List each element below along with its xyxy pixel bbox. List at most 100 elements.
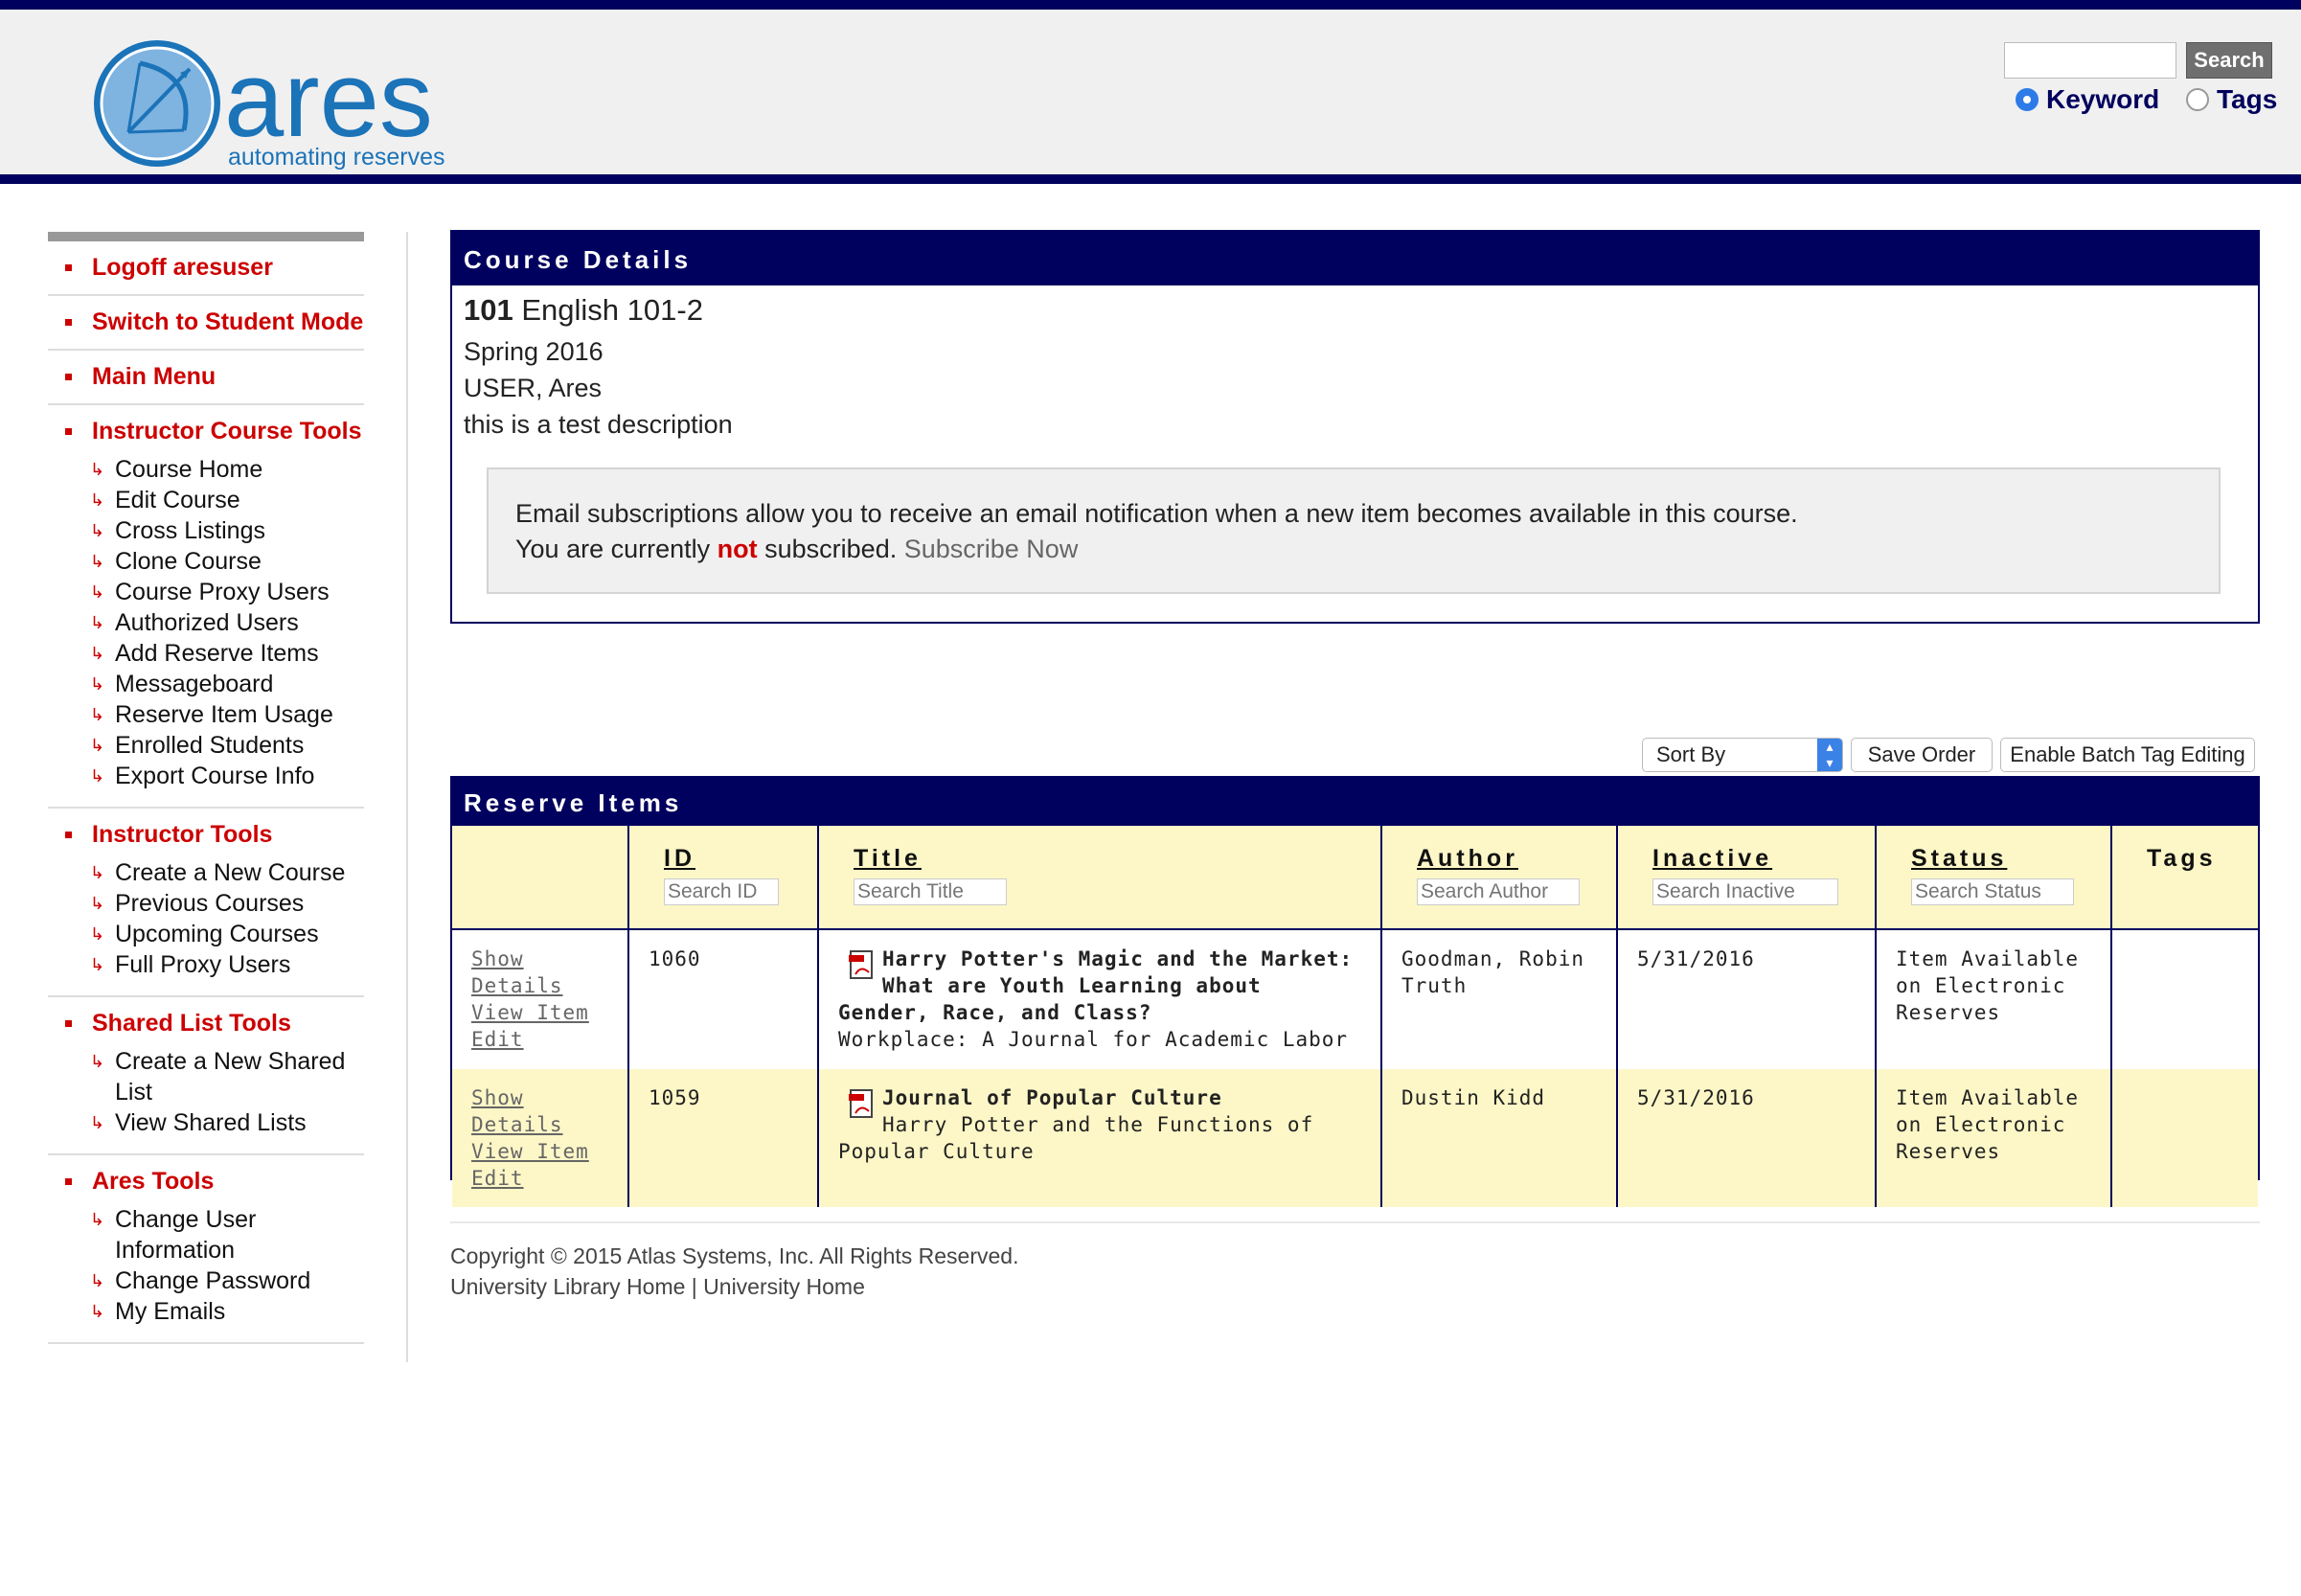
course-semester: Spring 2016 [464,337,604,366]
sidebar-item-upcoming-courses[interactable]: ↳ Upcoming Courses [48,919,364,949]
sidebar-divider [406,232,408,1362]
sidebar-item-edit-course[interactable]: ↳ Edit Course [48,485,364,515]
show-details-link[interactable]: Show Details [471,1084,608,1138]
sort-by-select[interactable]: Sort By ▴ ▾ [1642,738,1843,772]
sidebar-item-course-home[interactable]: ↳ Course Home [48,454,364,485]
sidebar-item-change-password[interactable]: ↳ Change Password [48,1265,364,1296]
edit-link[interactable]: Edit [471,1165,608,1192]
search-input[interactable] [2004,42,2176,79]
course-description: this is a test description [464,410,733,439]
shared-list-tools-heading[interactable]: Shared List Tools [48,1009,364,1038]
view-item-link[interactable]: View Item [471,1138,608,1165]
sidebar-item-cross-listings[interactable]: ↳ Cross Listings [48,515,364,546]
row-tags [2110,929,2258,1069]
university-home-link[interactable]: University Home [703,1274,865,1299]
instructor-course-tools-heading[interactable]: Instructor Course Tools [48,417,364,446]
radio-unselected-icon[interactable] [2186,88,2209,111]
row-id: 1060 [627,929,818,1069]
col-title: Title [817,826,1381,929]
radio-selected-icon[interactable] [2016,88,2039,111]
sidebar-item-full-proxy-users[interactable]: ↳ Full Proxy Users [48,949,364,980]
sidebar-item-messageboard[interactable]: ↳ Messageboard [48,669,364,699]
item-subtitle: Workplace: A Journal for Academic Labor [838,1028,1349,1051]
arrow-icon: ↳ [90,863,105,882]
not-label: not [717,535,758,563]
sidebar-item-reserve-item-usage[interactable]: ↳ Reserve Item Usage [48,699,364,730]
search-title-input[interactable] [854,878,1007,905]
main-menu-link[interactable]: Main Menu [48,362,364,392]
university-library-home-link[interactable]: University Library Home [450,1274,685,1299]
reserve-items-panel: Reserve Items ID Title Author [450,776,2260,1207]
arrow-icon: ↳ [90,1113,105,1132]
row-status: Item Available on Electronic Reserves [1875,929,2111,1069]
col-status: Status [1875,826,2111,929]
sort-by-label: Sort By [1656,742,1726,766]
sidebar-item-export-course-info[interactable]: ↳ Export Course Info [48,761,364,791]
search-inactive-input[interactable] [1652,878,1838,905]
switch-student-mode-link[interactable]: Switch to Student Mode [48,308,364,337]
ares-logo[interactable]: ares automating reserves [90,36,473,175]
logoff-link[interactable]: Logoff aresuser [48,253,364,283]
sidebar-item-clone-course[interactable]: ↳ Clone Course [48,546,364,577]
table-row: Show Details View Item Edit 1059 Journal… [452,1069,2258,1207]
item-title: Harry Potter's Magic and the Market: Wha… [838,947,1354,1024]
show-details-link[interactable]: Show Details [471,946,608,999]
sidebar-item-my-emails[interactable]: ↳ My Emails [48,1296,364,1327]
sidebar-item-change-user-info[interactable]: ↳ Change User Information [48,1204,364,1265]
sort-inactive-link[interactable]: Inactive [1652,845,1772,872]
arrow-icon: ↳ [90,1052,105,1071]
arrow-icon: ↳ [90,736,105,755]
col-author: Author [1380,826,1617,929]
pdf-icon [848,1086,877,1126]
radio-tags[interactable]: Tags [2186,84,2277,115]
radio-keyword-label: Keyword [2046,84,2160,114]
arrow-icon: ↳ [90,460,105,479]
course-heading: 101 English 101-2 [464,293,703,328]
search-status-input[interactable] [1911,878,2074,905]
sort-title-link[interactable]: Title [854,845,922,872]
ares-tools-section: Ares Tools ↳ Change User Information ↳ Cha… [48,1155,364,1344]
site-header: ares automating reserves Search Keyword … [0,0,2301,184]
search-id-input[interactable] [664,878,779,905]
view-item-link[interactable]: View Item [471,999,608,1026]
sidebar-item-authorized-users[interactable]: ↳ Authorized Users [48,607,364,638]
arrow-icon: ↳ [90,705,105,724]
sidebar-item-add-reserve-items[interactable]: ↳ Add Reserve Items [48,638,364,669]
sort-status-link[interactable]: Status [1911,845,2007,872]
arrow-icon: ↳ [90,894,105,913]
edit-link[interactable]: Edit [471,1026,608,1053]
radio-keyword[interactable]: Keyword [2016,84,2159,115]
arrow-icon: ↳ [90,1210,105,1229]
select-arrows-icon: ▴ ▾ [1817,739,1842,771]
arrow-icon: ↳ [90,766,105,786]
item-title: Journal of Popular Culture [882,1086,1222,1109]
sidebar-item-course-proxy-users[interactable]: ↳ Course Proxy Users [48,577,364,607]
sidebar-item-view-shared-lists[interactable]: ↳ View Shared Lists [48,1107,364,1138]
course-details-panel: Course Details 101 English 101-2 Spring … [450,230,2260,624]
row-author: Goodman, Robin Truth [1380,929,1617,1069]
footer-links: University Library Home | University Hom… [450,1274,865,1300]
sidebar: Logoff aresuser Switch to Student Mode M… [48,232,364,1344]
subscribe-now-link[interactable]: Subscribe Now [904,535,1079,563]
row-actions: Show Details View Item Edit [452,1069,628,1207]
footer-divider [450,1221,2260,1223]
pdf-icon [848,947,877,987]
reserve-items-title: Reserve Items [452,778,2258,826]
search-author-input[interactable] [1417,878,1580,905]
sort-author-link[interactable]: Author [1417,845,1518,872]
sort-id-link[interactable]: ID [664,845,695,872]
reserve-items-table: ID Title Author Inactive Status [452,826,2258,1207]
ares-tools-heading[interactable]: Ares Tools [48,1167,364,1197]
sidebar-item-create-shared-list[interactable]: ↳ Create a New Shared List [48,1046,364,1107]
sidebar-logoff-section: Logoff aresuser [48,241,364,296]
sidebar-item-create-course[interactable]: ↳ Create a New Course [48,857,364,888]
enable-batch-tag-editing-button[interactable]: Enable Batch Tag Editing [2000,738,2255,772]
arrow-icon: ↳ [90,490,105,510]
arrow-icon: ↳ [90,955,105,974]
instructor-tools-heading[interactable]: Instructor Tools [48,820,364,850]
sidebar-item-previous-courses[interactable]: ↳ Previous Courses [48,888,364,919]
row-tags [2110,1069,2258,1207]
save-order-button[interactable]: Save Order [1851,738,1993,772]
sidebar-item-enrolled-students[interactable]: ↳ Enrolled Students [48,730,364,761]
search-button[interactable]: Search [2186,42,2272,79]
